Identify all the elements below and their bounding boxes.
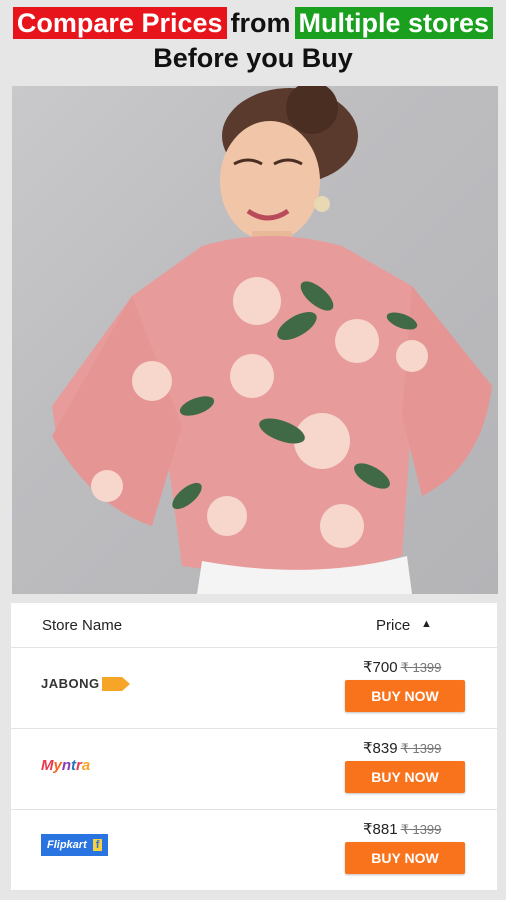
from-text: from (230, 8, 291, 38)
product-image[interactable] (12, 86, 498, 594)
original-price: ₹ 1399 (400, 741, 442, 756)
store-name-header: Store Name (42, 617, 123, 634)
multiple-stores-text: Multiple stores (294, 7, 494, 39)
jabong-logo: JABONG (41, 676, 130, 691)
current-price: ₹839 (363, 740, 398, 757)
price-header[interactable]: Price (376, 617, 410, 634)
price-comparison-table: Store Name Price ▲ JABONG ₹700 ₹ 1399 BUY… (11, 603, 497, 891)
buy-now-button[interactable]: BUY NOW (345, 680, 465, 712)
original-price: ₹ 1399 (400, 660, 442, 675)
store-price: ₹839 ₹ 1399 (363, 739, 441, 757)
original-price: ₹ 1399 (400, 822, 442, 837)
sort-ascending-icon[interactable]: ▲ (421, 618, 432, 630)
table-header: Store Name Price ▲ (11, 603, 497, 648)
myntra-logo: Myntra (41, 757, 91, 774)
flipkart-logo: Flipkart f (41, 834, 109, 856)
store-price: ₹700 ₹ 1399 (363, 658, 441, 676)
product-photo-illustration (52, 86, 492, 594)
buy-now-button[interactable]: BUY NOW (345, 761, 465, 793)
buy-now-button[interactable]: BUY NOW (345, 842, 465, 874)
current-price: ₹700 (363, 659, 398, 676)
current-price: ₹881 (363, 821, 398, 838)
headline: Compare Prices from Multiple stores Befo… (0, 0, 506, 80)
table-row: Myntra ₹839 ₹ 1399 BUY NOW (11, 729, 497, 810)
compare-prices-text: Compare Prices (12, 7, 227, 39)
table-row: Flipkart f ₹881 ₹ 1399 BUY NOW (11, 810, 497, 891)
table-row: JABONG ₹700 ₹ 1399 BUY NOW (11, 648, 497, 729)
store-price: ₹881 ₹ 1399 (363, 820, 441, 838)
before-you-buy-text: Before you Buy (153, 43, 353, 73)
headline-row-1: Compare Prices from Multiple stores (0, 7, 506, 39)
